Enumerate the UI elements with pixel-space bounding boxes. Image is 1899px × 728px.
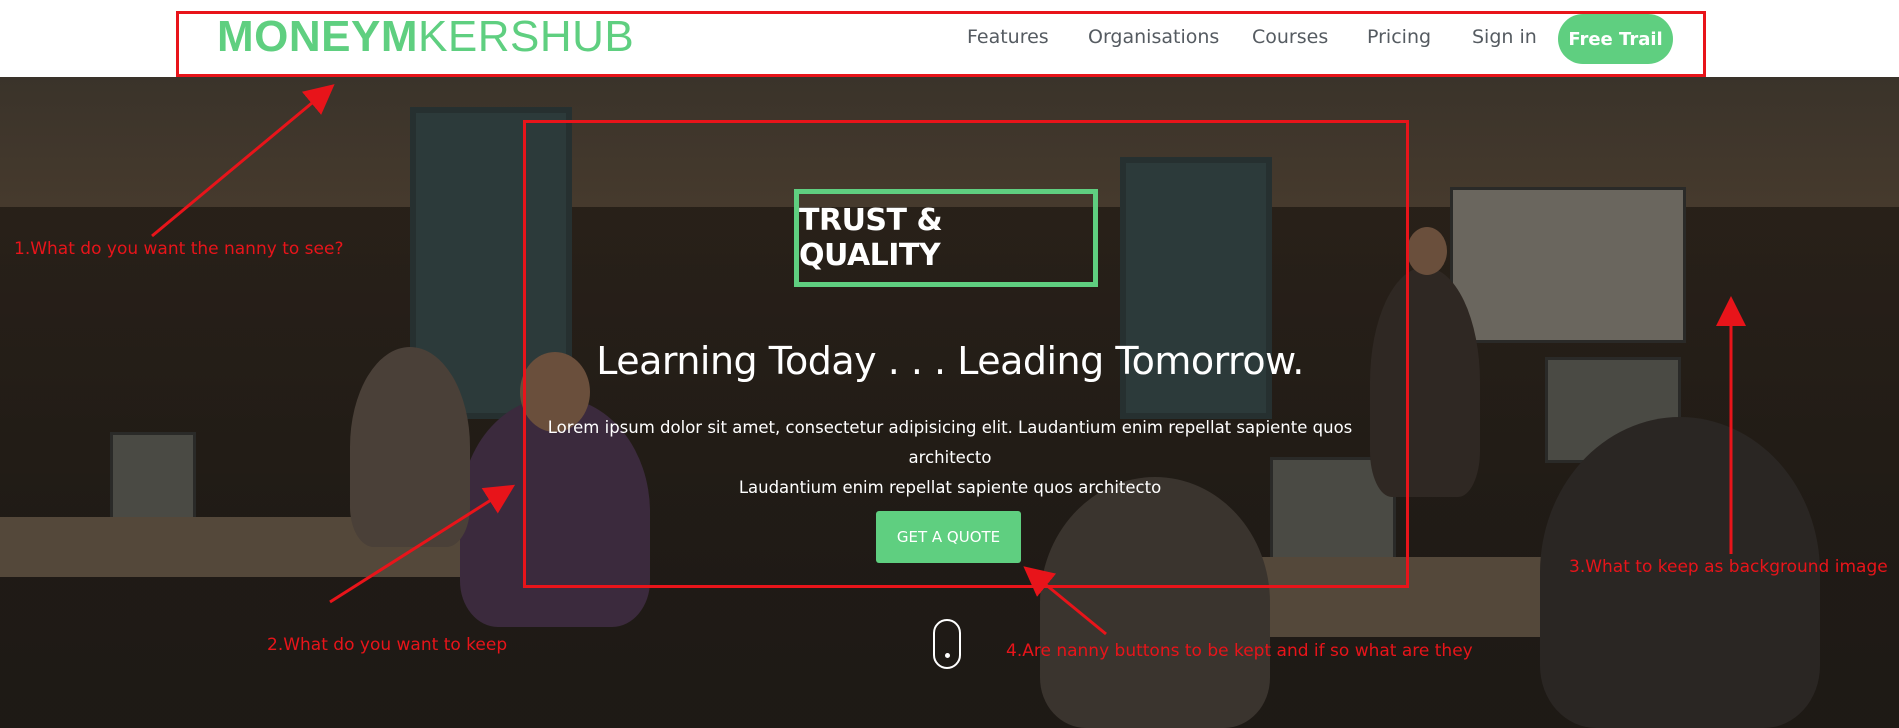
bg-student-2 xyxy=(350,347,470,547)
annotation-note-2: 2.What do you want to keep xyxy=(267,635,508,655)
scroll-down-indicator[interactable] xyxy=(933,619,961,669)
scroll-dot-icon xyxy=(945,653,950,658)
annotation-box-hero-content xyxy=(523,120,1409,588)
annotation-note-3: 3.What to keep as background image xyxy=(1569,557,1888,577)
annotation-note-4: 4.Are nanny buttons to be kept and if so… xyxy=(1006,641,1473,661)
bg-presenter-head xyxy=(1407,227,1447,275)
annotation-box-header xyxy=(176,11,1706,77)
bg-projection-screen xyxy=(1450,187,1686,343)
annotation-note-1: 1.What do you want the nanny to see? xyxy=(14,239,344,259)
